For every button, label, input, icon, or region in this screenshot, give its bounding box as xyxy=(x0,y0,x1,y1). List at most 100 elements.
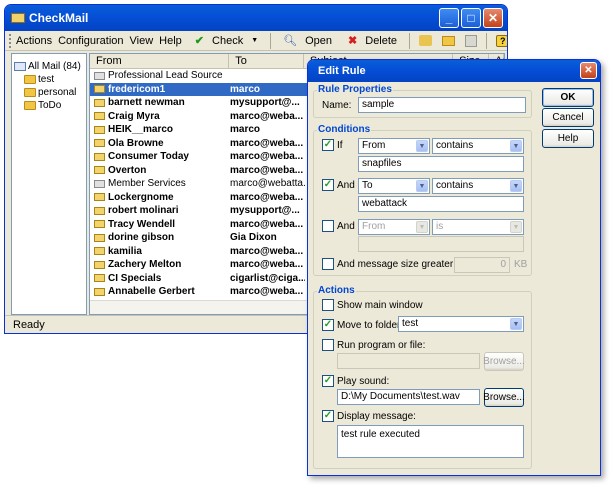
chevron-down-icon: ▼ xyxy=(416,140,428,152)
if-label: If xyxy=(337,140,343,151)
main-titlebar[interactable]: CheckMail _ □ ✕ xyxy=(5,5,507,31)
tree-folder-personal[interactable]: personal xyxy=(12,86,86,99)
move-folder-select[interactable]: test ▼ xyxy=(398,316,524,332)
from-text: barnett newman xyxy=(108,97,185,108)
display-message-label: Display message: xyxy=(337,411,416,422)
folder-icon xyxy=(24,75,36,84)
maximize-button[interactable]: □ xyxy=(461,8,481,28)
message-from: Annabelle Gerbert xyxy=(90,285,230,299)
size-unit-label: KB xyxy=(514,259,528,270)
play-sound-label: Play sound: xyxy=(337,376,390,387)
help-button[interactable]: Help xyxy=(542,129,594,148)
show-main-checkbox[interactable] xyxy=(322,299,334,311)
cond2-operator-select[interactable]: contains ▼ xyxy=(432,178,524,194)
message-textarea[interactable]: test rule executed xyxy=(337,425,524,458)
folder-button[interactable] xyxy=(439,35,458,46)
folder-tree[interactable]: All Mail (84) test personal ToDo xyxy=(11,53,87,315)
menu-help[interactable]: Help xyxy=(156,35,185,47)
menu-configuration[interactable]: Configuration xyxy=(55,35,126,47)
from-text: fredericom1 xyxy=(108,83,166,95)
message-to: mysupport@... xyxy=(230,205,300,216)
browse-sound-button[interactable]: Browse... xyxy=(483,388,525,407)
grip-icon xyxy=(9,33,11,48)
from-text: Consumer Today xyxy=(108,151,189,162)
tree-root-all-mail[interactable]: All Mail (84) xyxy=(12,60,86,73)
envelope-icon xyxy=(94,233,105,242)
if-checkbox[interactable]: ✓ xyxy=(322,139,334,151)
rule-properties-heading: Rule Properties xyxy=(317,84,393,95)
envelope-icon xyxy=(94,166,105,175)
dialog-titlebar[interactable]: Edit Rule ✕ xyxy=(308,60,600,82)
play-sound-checkbox[interactable]: ✓ xyxy=(322,375,334,387)
size-field[interactable]: 0 xyxy=(454,257,510,273)
cond2-field-select[interactable]: To ▼ xyxy=(358,178,430,194)
envelope-icon xyxy=(94,287,105,296)
envelope-icon xyxy=(94,152,105,161)
dialog-close-button[interactable]: ✕ xyxy=(580,62,597,79)
cancel-button[interactable]: Cancel xyxy=(542,108,594,127)
envelope-icon xyxy=(94,98,105,107)
menu-actions[interactable]: Actions xyxy=(13,35,55,47)
program-path-field[interactable] xyxy=(337,353,480,369)
dialog-title: Edit Rule xyxy=(318,65,366,77)
minimize-button[interactable]: _ xyxy=(439,8,459,28)
sound-path-field[interactable]: D:\My Documents\test.wav xyxy=(337,389,480,405)
cond3-value-field[interactable] xyxy=(358,236,524,252)
tree-folder-todo[interactable]: ToDo xyxy=(12,99,86,112)
message-to: marco@weba... xyxy=(230,218,304,230)
run-program-checkbox[interactable] xyxy=(322,339,334,351)
from-text: Zachery Melton xyxy=(108,259,182,270)
check-button[interactable]: ✔ Check ▼ xyxy=(189,34,264,48)
message-to: cigarlist@ciga... xyxy=(230,272,305,284)
and-checkbox-2[interactable] xyxy=(322,220,334,232)
display-message-checkbox[interactable]: ✓ xyxy=(322,410,334,422)
actions-heading: Actions xyxy=(317,285,356,296)
from-text: robert molinari xyxy=(108,205,179,216)
column-to[interactable]: To xyxy=(229,54,304,68)
envelope-icon xyxy=(94,112,105,121)
message-from: kamilia xyxy=(90,245,230,259)
magnifier-icon: 🔍︎ xyxy=(283,35,298,47)
close-button[interactable]: ✕ xyxy=(483,8,503,28)
cond1-value-field[interactable]: snapfiles xyxy=(358,156,524,172)
ok-button[interactable]: OK xyxy=(542,88,594,107)
from-text: CI Specials xyxy=(108,272,162,284)
address-book-button[interactable] xyxy=(416,35,435,46)
column-from[interactable]: From xyxy=(90,54,230,68)
message-to xyxy=(230,69,305,83)
message-from: Overton xyxy=(90,164,230,178)
message-from: Lockergnome xyxy=(90,191,230,205)
message-from: Professional Lead Source xyxy=(90,69,230,83)
toolbar-separator xyxy=(486,32,488,49)
move-to-label: Move to folder: xyxy=(337,320,404,331)
from-text: Professional Lead Source xyxy=(108,70,223,81)
name-field[interactable]: sample xyxy=(358,97,526,113)
cond3-field-select[interactable]: From ▼ xyxy=(358,219,430,235)
menu-view[interactable]: View xyxy=(127,35,157,47)
message-to: marco xyxy=(230,124,261,135)
delete-button[interactable]: ✖ Delete xyxy=(342,34,403,48)
size-checkbox[interactable] xyxy=(322,258,334,270)
conditions-heading: Conditions xyxy=(317,124,372,135)
help-button[interactable]: ? xyxy=(493,34,507,47)
browse-program-button[interactable]: Browse... xyxy=(483,352,525,371)
cond2-value-field[interactable]: webattack xyxy=(358,196,524,212)
cond1-operator-select[interactable]: contains ▼ xyxy=(432,138,524,154)
cond1-field-select[interactable]: From ▼ xyxy=(358,138,430,154)
open-button[interactable]: 🔍︎ Open xyxy=(277,34,338,48)
message-from: Zachery Melton xyxy=(90,258,230,272)
tree-folder-test[interactable]: test xyxy=(12,73,86,86)
status-text: Ready xyxy=(13,318,45,331)
envelope-icon xyxy=(94,179,105,188)
from-text: HEIK__marco xyxy=(108,124,174,135)
settings-button[interactable] xyxy=(462,34,480,47)
message-from: HEIK__marco xyxy=(90,123,230,137)
message-from: barnett newman xyxy=(90,96,230,110)
and-checkbox-1[interactable]: ✓ xyxy=(322,179,334,191)
cond3-operator-select[interactable]: is ▼ xyxy=(432,219,524,235)
message-from: CI Specials xyxy=(90,272,230,286)
folder-icon xyxy=(24,101,36,110)
move-to-checkbox[interactable]: ✓ xyxy=(322,319,334,331)
message-to: marco xyxy=(230,83,261,95)
message-to: marco@weba... xyxy=(230,151,304,162)
